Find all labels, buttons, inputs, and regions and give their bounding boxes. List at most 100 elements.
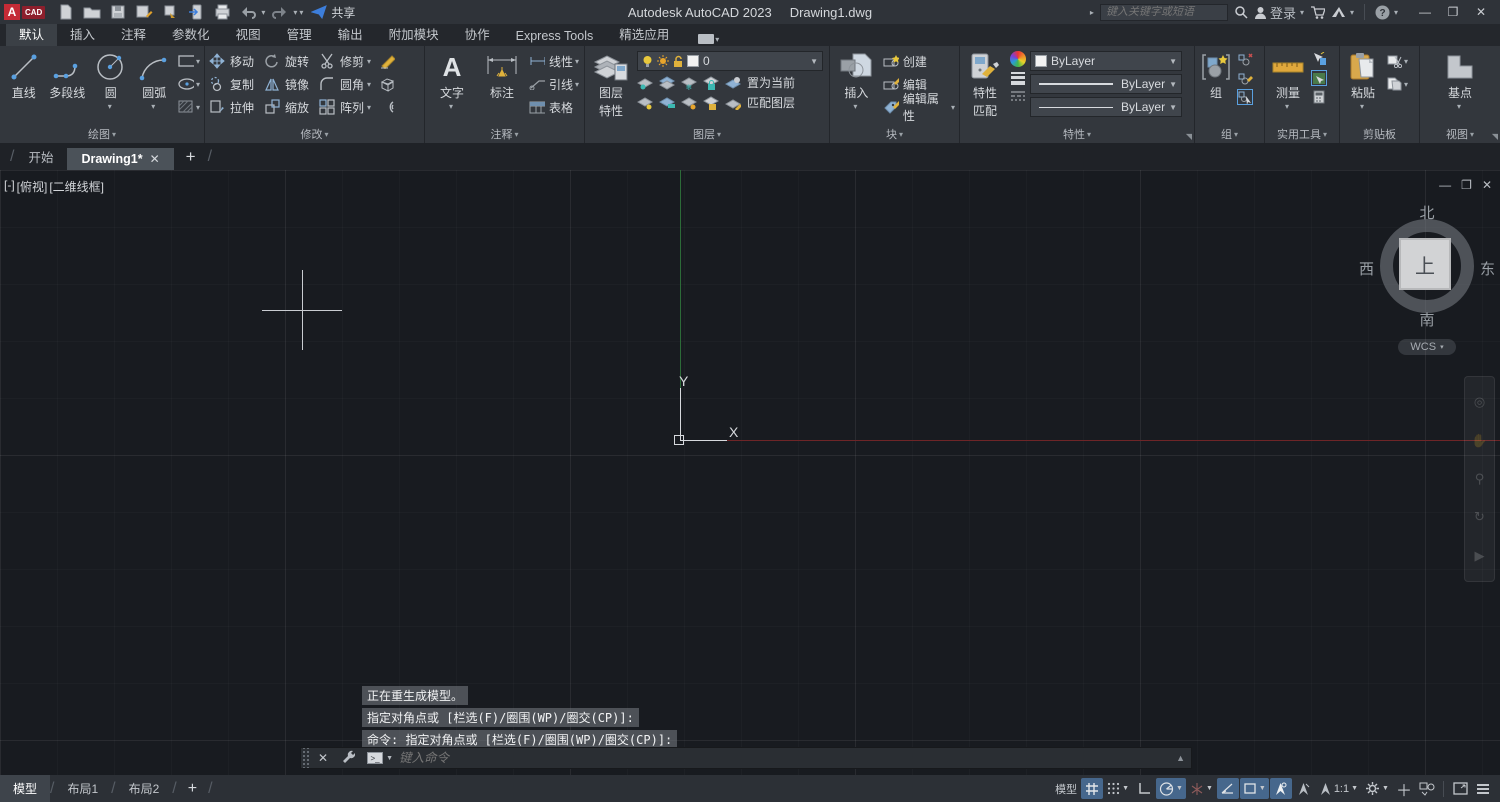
copy-button[interactable]: 复制: [209, 74, 254, 94]
drawing-area[interactable]: [-] [俯视] [二维线框] — ❐ ✕ Y X 上 北 南 西 东 WCS ▾…: [0, 170, 1500, 775]
drawing-restore-button[interactable]: ❐: [1461, 178, 1472, 192]
line-button[interactable]: 直线: [4, 49, 44, 101]
move-button[interactable]: 移动: [209, 51, 254, 71]
tab-express-tools[interactable]: Express Tools: [503, 26, 607, 46]
redo-dropdown[interactable]: ▾: [293, 8, 297, 17]
layer-freeze-button[interactable]: ❄: [681, 75, 697, 91]
cut-dropdown[interactable]: ▾: [1404, 57, 1408, 66]
redo-button[interactable]: [269, 2, 291, 22]
ungroup-button[interactable]: [1237, 51, 1253, 67]
save-button[interactable]: [107, 2, 129, 22]
layer-properties-button[interactable]: 图层 特性: [589, 49, 633, 119]
polyline-button[interactable]: 多段线: [48, 49, 88, 101]
trim-button[interactable]: 修剪 ▾: [319, 51, 371, 71]
panel-label-properties[interactable]: 特性 ▾: [960, 125, 1194, 143]
zoom-icon[interactable]: ⚲: [1475, 471, 1485, 487]
tab-home[interactable]: 默认: [6, 21, 58, 46]
rectangle-dropdown[interactable]: ▾: [196, 57, 200, 66]
panel-label-modify[interactable]: 修改 ▾: [205, 125, 424, 143]
workspace-dropdown[interactable]: ▼: [1382, 785, 1389, 792]
file-tab-close-icon[interactable]: ✕: [150, 152, 160, 166]
layout-tab-model[interactable]: 模型: [0, 775, 51, 802]
tab-featured-apps[interactable]: 精选应用: [606, 21, 682, 46]
tab-manage[interactable]: 管理: [274, 21, 325, 46]
ellipse-dropdown[interactable]: ▾: [196, 80, 200, 89]
copy-clip-button[interactable]: ▾: [1386, 74, 1408, 94]
panel-label-layers[interactable]: 图层 ▾: [585, 125, 829, 143]
fillet-button[interactable]: 圆角 ▾: [319, 74, 371, 94]
sign-in-dropdown[interactable]: ▾: [1300, 8, 1304, 17]
object-snap-tracking-toggle[interactable]: [1216, 778, 1239, 799]
create-block-button[interactable]: 创建: [883, 51, 955, 71]
view-cube-east[interactable]: 东: [1480, 258, 1495, 279]
rotate-button[interactable]: 旋转: [264, 51, 309, 71]
object-color-select[interactable]: ByLayer ▼: [1030, 51, 1182, 71]
autodesk-account-button[interactable]: [1331, 6, 1346, 18]
dimension-button[interactable]: 标注: [479, 49, 525, 101]
new-drawing-tab-button[interactable]: +: [174, 147, 208, 170]
orbit-icon[interactable]: ↻: [1474, 509, 1485, 525]
pan-hand-icon[interactable]: ✋: [1471, 433, 1487, 449]
paste-button[interactable]: 粘贴 ▾: [1344, 49, 1382, 111]
properties-dialog-launcher[interactable]: ◥: [1186, 132, 1192, 141]
arc-button[interactable]: 圆弧 ▾: [135, 49, 175, 111]
viewport-control-visual-style[interactable]: [二维线框]: [49, 178, 104, 195]
polar-tracking-toggle[interactable]: ▼: [1156, 778, 1186, 799]
model-space-toggle[interactable]: 模型: [1052, 778, 1080, 799]
plot-button[interactable]: [159, 2, 181, 22]
panel-label-annotation[interactable]: 注释 ▾: [425, 125, 584, 143]
view-cube-top-face[interactable]: 上: [1399, 238, 1451, 290]
help-button[interactable]: ?: [1375, 5, 1390, 20]
snap-dropdown[interactable]: ▼: [1122, 785, 1129, 792]
scale-button[interactable]: 缩放: [264, 97, 309, 117]
minimize-window-button[interactable]: —: [1412, 2, 1438, 22]
insert-block-button[interactable]: 插入 ▾: [834, 49, 879, 111]
layer-on-sun-button[interactable]: [681, 95, 697, 111]
search-button[interactable]: [1234, 5, 1248, 19]
command-line-bar[interactable]: ✕ >_▼ ▲: [300, 747, 1192, 769]
array-button[interactable]: 阵列 ▾: [319, 97, 371, 117]
panel-label-utilities[interactable]: 实用工具 ▾: [1265, 125, 1339, 143]
layer-lock-button[interactable]: [703, 75, 719, 91]
help-dropdown[interactable]: ▾: [1394, 8, 1398, 17]
ucs-origin-box[interactable]: [674, 435, 684, 445]
print-button[interactable]: [211, 2, 233, 22]
viewport-control-minimize[interactable]: [-]: [4, 178, 15, 195]
panel-label-draw[interactable]: 绘图 ▾: [0, 125, 204, 143]
annotation-visibility-toggle[interactable]: [1269, 778, 1292, 799]
share-button[interactable]: 共享: [311, 4, 355, 21]
showmotion-icon[interactable]: ▶: [1475, 548, 1485, 564]
measure-dropdown[interactable]: ▾: [1285, 102, 1289, 111]
command-bar-drag-handle[interactable]: [301, 748, 311, 768]
command-input[interactable]: [399, 751, 1171, 765]
customize-quick-access-dropdown[interactable]: ▾: [299, 8, 303, 17]
navigation-bar[interactable]: ◎ ✋ ⚲ ↻ ▶: [1464, 376, 1495, 582]
group-edit-button[interactable]: [1237, 70, 1253, 86]
hatch-button[interactable]: ▾: [178, 97, 200, 117]
array-dropdown[interactable]: ▾: [367, 103, 371, 112]
command-scroll-up-icon[interactable]: ▲: [1170, 753, 1191, 763]
steering-wheel-icon[interactable]: ◎: [1474, 394, 1485, 410]
copy-clip-dropdown[interactable]: ▾: [1404, 80, 1408, 89]
text-dropdown[interactable]: ▾: [449, 102, 453, 111]
search-input[interactable]: [1099, 3, 1228, 21]
view-cube-west[interactable]: 西: [1359, 258, 1374, 279]
set-current-layer-button[interactable]: 置为当前: [747, 74, 795, 91]
quick-select-alt-button[interactable]: [1311, 70, 1327, 86]
snap-toggle[interactable]: ▼: [1104, 778, 1132, 799]
undo-button[interactable]: [237, 2, 259, 22]
autoscale-toggle[interactable]: [1293, 778, 1315, 799]
undo-dropdown[interactable]: ▾: [261, 8, 265, 17]
circle-button[interactable]: 圆 ▾: [91, 49, 131, 111]
quick-select-button[interactable]: [1311, 51, 1327, 67]
layout-tab-layout2[interactable]: 布局2: [116, 775, 173, 802]
linear-dimension-button[interactable]: 线性 ▾: [529, 51, 579, 71]
new-layout-button[interactable]: +: [177, 780, 208, 798]
group-button[interactable]: 组: [1199, 49, 1233, 101]
command-bar-close-icon[interactable]: ✕: [311, 751, 335, 765]
lineweight-list-icon[interactable]: [1010, 70, 1026, 86]
publish-button[interactable]: [185, 2, 207, 22]
tab-insert[interactable]: 插入: [57, 21, 108, 46]
match-layer-button[interactable]: 匹配图层: [747, 94, 795, 111]
measure-button[interactable]: 测量 ▾: [1269, 49, 1307, 111]
